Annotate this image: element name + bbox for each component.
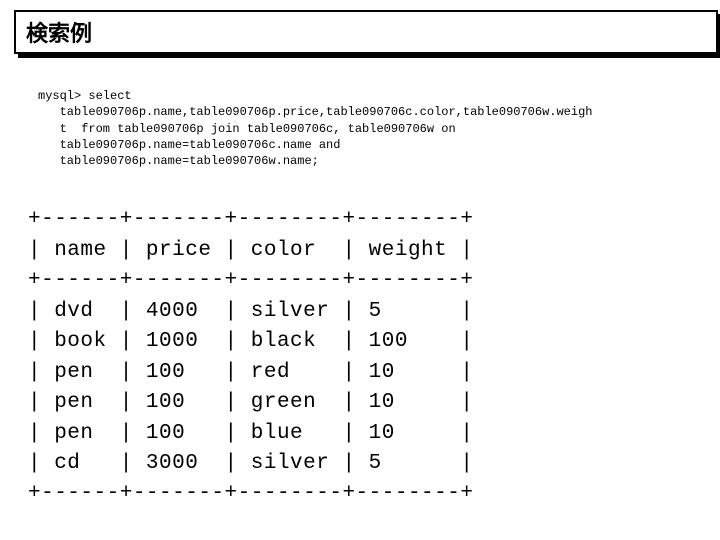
page-title: 検索例 (26, 23, 92, 48)
sql-line-5: table090706p.name=table090706w.name; (38, 154, 319, 168)
table-row: | cd | 3000 | silver | 5 | (28, 452, 473, 475)
sql-line-2: table090706p.name,table090706p.price,tab… (38, 105, 593, 119)
sql-line-1: mysql> select (38, 89, 132, 103)
table-row: | book | 1000 | black | 100 | (28, 330, 473, 353)
sql-line-4: table090706p.name=table090706c.name and (38, 138, 340, 152)
sql-query-block: mysql> select table090706p.name,table090… (38, 72, 698, 169)
title-box: 検索例 (14, 10, 718, 54)
result-table: +------+-------+--------+--------+ | nam… (28, 175, 473, 510)
table-sep-top: +------+-------+--------+--------+ (28, 208, 473, 231)
table-row: | pen | 100 | blue | 10 | (28, 422, 473, 445)
table-sep-bot: +------+-------+--------+--------+ (28, 482, 473, 505)
table-sep-mid: +------+-------+--------+--------+ (28, 269, 473, 292)
sql-line-3: t from table090706p join table090706c, t… (38, 122, 456, 136)
table-header: | name | price | color | weight | (28, 239, 473, 262)
table-row: | pen | 100 | green | 10 | (28, 391, 473, 414)
table-row: | dvd | 4000 | silver | 5 | (28, 300, 473, 323)
table-row: | pen | 100 | red | 10 | (28, 361, 473, 384)
